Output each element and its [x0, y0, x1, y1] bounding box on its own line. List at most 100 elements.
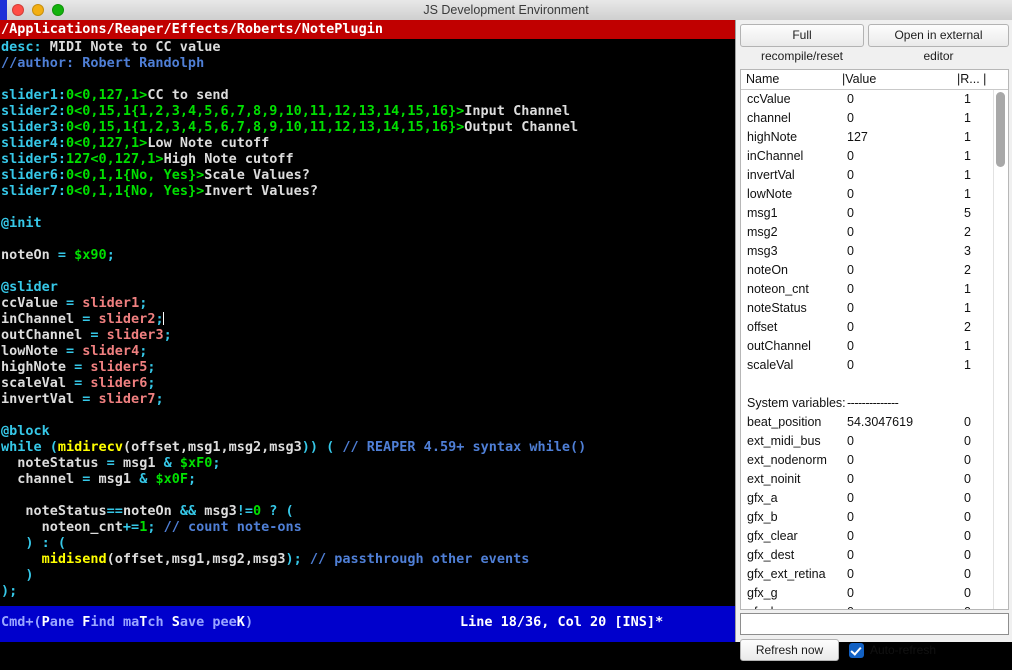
table-row[interactable]: lowNote 0 1	[741, 185, 1008, 204]
code-token: @slider	[1, 279, 58, 295]
code-token: !=	[236, 503, 254, 519]
code-token: slider1:	[1, 87, 67, 103]
table-row[interactable]: outChannel 0 1	[741, 337, 1008, 356]
variable-name: gfx_a	[747, 491, 778, 505]
code-line: @slider	[1, 279, 736, 295]
variable-value: 0	[847, 149, 854, 163]
table-row[interactable]: inChannel 0 1	[741, 147, 1008, 166]
window-titlebar: JS Development Environment	[0, 0, 1012, 21]
variable-r: 0	[964, 567, 971, 581]
code-token: 0<0,127,1>	[66, 135, 148, 151]
code-token: =	[74, 375, 91, 391]
variables-table[interactable]: Name |Value |R... | ccValue 0 1 channel 0 1 hi…	[740, 69, 1009, 610]
code-line: slider4:0<0,127,1>Low Note cutoff	[1, 135, 736, 151]
refresh-now-button[interactable]: Refresh now	[740, 639, 839, 661]
table-row[interactable]: ext_midi_bus 0 0	[741, 432, 1008, 451]
window-title: JS Development Environment	[423, 3, 589, 17]
code-token: ccValue	[1, 295, 67, 311]
code-token: desc:	[1, 39, 42, 55]
code-token: slider5	[90, 359, 148, 375]
variable-r: 0	[964, 472, 971, 486]
table-row[interactable]: gfx_b 0 0	[741, 508, 1008, 527]
code-token: slider6	[90, 375, 148, 391]
variable-value: 0	[847, 263, 854, 277]
code-text-area[interactable]: desc: MIDI Note to CC value//author: Rob…	[0, 39, 736, 604]
table-row[interactable]: gfx_dest 0 0	[741, 546, 1008, 565]
variable-r: 0	[964, 586, 971, 600]
code-line: while (midirecv(offset,msg1,msg2,msg3)) …	[1, 439, 736, 455]
table-row[interactable]: noteon_cnt 0 1	[741, 280, 1008, 299]
code-token: (offset,msg1,msg2,msg3	[106, 551, 286, 567]
open-in-external-editor-button[interactable]: Open in external editor	[868, 24, 1009, 63]
variable-r: 2	[964, 225, 971, 239]
table-row[interactable]: msg1 0 5	[741, 204, 1008, 223]
code-token: ;	[106, 247, 115, 263]
table-row[interactable]: gfx_ext_retina 0 0	[741, 565, 1008, 584]
code-token: noteOn	[122, 503, 180, 519]
table-row[interactable]: msg2 0 2	[741, 223, 1008, 242]
code-token: ) : (	[1, 535, 67, 551]
variable-name: ccValue	[747, 92, 791, 106]
table-row[interactable]: ext_noinit 0 0	[741, 470, 1008, 489]
code-token: =	[82, 471, 99, 487]
code-token: )	[1, 567, 34, 583]
table-row[interactable]: ccValue 0 1	[741, 90, 1008, 109]
code-token: @block	[1, 423, 50, 439]
table-row[interactable]: gfx_clear 0 0	[741, 527, 1008, 546]
variable-r: 0	[964, 453, 971, 467]
code-editor-pane[interactable]: /Applications/Reaper/Effects/Roberts/Not…	[0, 20, 735, 622]
code-token: CC to send	[147, 87, 229, 103]
code-line: noteOn = $x90;	[1, 247, 736, 263]
code-line: highNote = slider5;	[1, 359, 736, 375]
variable-value: 0	[847, 510, 854, 524]
code-token: slider3:	[1, 119, 67, 135]
variable-value: 0	[847, 187, 854, 201]
panel-button-row: Full recompile/reset Open in external ed…	[736, 24, 1012, 63]
variable-r: 0	[964, 415, 971, 429]
checkbox-checked-icon[interactable]	[849, 642, 864, 658]
code-token: =	[82, 391, 99, 407]
variable-r: 1	[964, 187, 971, 201]
code-token: // passthrough other events	[301, 551, 530, 567]
code-token: );	[285, 551, 302, 567]
auto-refresh-toggle[interactable]: Auto-refresh	[849, 642, 936, 658]
code-token: ;	[139, 343, 148, 359]
table-row[interactable]: gfx_g 0 0	[741, 584, 1008, 603]
variable-r: 1	[964, 111, 971, 125]
table-row[interactable]: gfx_a 0 0	[741, 489, 1008, 508]
shortcut-key: F	[82, 614, 91, 630]
table-row[interactable]: beat_position 54.3047619 0	[741, 413, 1008, 432]
table-row[interactable]: ext_nodenorm 0 0	[741, 451, 1008, 470]
variable-r: 2	[964, 320, 971, 334]
table-row[interactable]: channel 0 1	[741, 109, 1008, 128]
table-row[interactable]: scaleVal 0 1	[741, 356, 1008, 375]
table-row[interactable]: noteStatus 0 1	[741, 299, 1008, 318]
variable-r: 1	[964, 282, 971, 296]
variable-r: 1	[964, 301, 971, 315]
table-row[interactable]: gfx_h 0 0	[741, 603, 1008, 609]
table-row[interactable]: offset 0 2	[741, 318, 1008, 337]
table-row[interactable]: noteOn 0 2	[741, 261, 1008, 280]
variable-filter-input[interactable]	[740, 613, 1009, 635]
code-token: $xF0	[179, 455, 213, 471]
code-line: noteon_cnt+=1; // count note-ons	[1, 519, 736, 535]
variables-scrollbar[interactable]	[993, 90, 1007, 609]
code-token: slider1	[82, 295, 140, 311]
code-token: 127<0,127,1>	[66, 151, 164, 167]
table-row[interactable]: System variables: --------------	[741, 394, 1008, 413]
code-token: Invert Values?	[204, 183, 318, 199]
full-recompile-reset-button[interactable]: Full recompile/reset	[740, 24, 864, 63]
code-line: scaleVal = slider6;	[1, 375, 736, 391]
table-row-spacer	[741, 375, 1008, 394]
variable-value: 0	[847, 168, 854, 182]
code-line: slider7:0<0,1,1{No, Yes}>Invert Values?	[1, 183, 736, 199]
table-row[interactable]: invertVal 0 1	[741, 166, 1008, 185]
code-token: slider2:	[1, 103, 67, 119]
variables-scrollbar-thumb[interactable]	[996, 92, 1005, 167]
variable-name: beat_position	[747, 415, 822, 429]
code-line: ) : (	[1, 535, 736, 551]
variables-table-body[interactable]: ccValue 0 1 channel 0 1 highNote 127 1 inChannel 0…	[741, 90, 1008, 609]
code-line: @block	[1, 423, 736, 439]
table-row[interactable]: highNote 127 1	[741, 128, 1008, 147]
table-row[interactable]: msg3 0 3	[741, 242, 1008, 261]
